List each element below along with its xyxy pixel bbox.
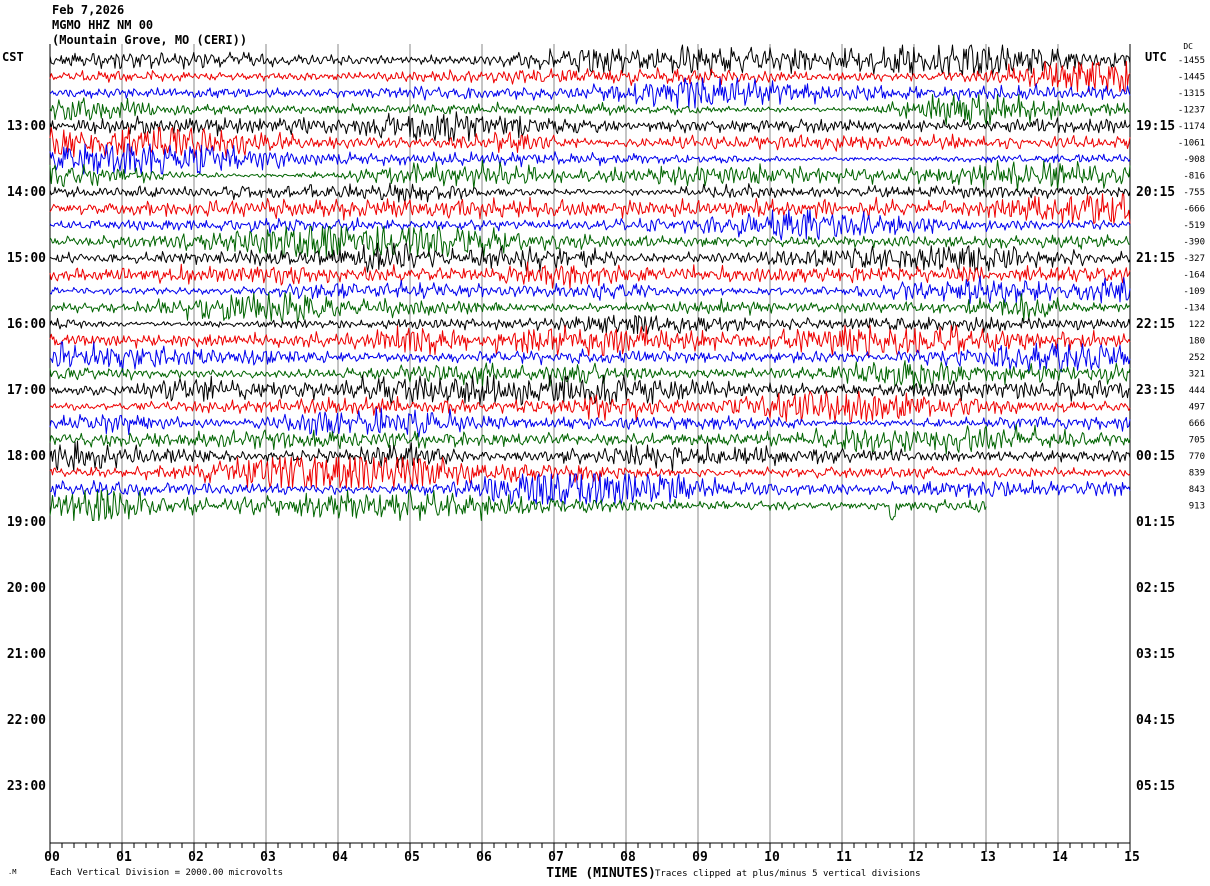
seismic-trace-row <box>49 424 1131 455</box>
watermark: .M <box>8 868 16 876</box>
dc-value: -519 <box>1183 221 1205 231</box>
seismic-trace-row <box>49 127 1131 158</box>
scale-note: Each Vertical Division = 2000.00 microvo… <box>50 868 283 878</box>
seismic-trace-row <box>49 341 1131 373</box>
clip-note: Traces clipped at plus/minus 5 vertical … <box>655 869 921 879</box>
seismic-trace-row <box>49 440 1131 472</box>
utc-hour-label: 02:15 <box>1136 581 1175 596</box>
x-tick-label: 09 <box>692 850 708 865</box>
dc-value: -164 <box>1183 271 1205 281</box>
utc-hour-label: 05:15 <box>1136 779 1175 794</box>
seismic-trace-row <box>49 226 1131 257</box>
dc-value: 321 <box>1189 370 1205 380</box>
cst-hour-label: 13:00 <box>7 119 46 134</box>
utc-hour-label: 23:15 <box>1136 383 1175 398</box>
dc-value: 666 <box>1189 419 1205 429</box>
right-axis-label: UTC <box>1145 50 1167 64</box>
cst-hour-label: 19:00 <box>7 515 46 530</box>
dc-value: -1174 <box>1178 122 1205 132</box>
cst-hour-label: 14:00 <box>7 185 46 200</box>
dc-value: 180 <box>1189 337 1205 347</box>
cst-hour-label: 16:00 <box>7 317 46 332</box>
cst-hour-label: 15:00 <box>7 251 46 266</box>
dc-value: -908 <box>1183 155 1205 165</box>
x-tick-label: 06 <box>476 850 492 865</box>
seismic-trace-row <box>49 292 1131 323</box>
header-station: MGMO HHZ NM 00 <box>52 18 153 32</box>
dc-value: 122 <box>1189 320 1205 330</box>
dc-value: 252 <box>1189 353 1205 363</box>
utc-hour-label: 19:15 <box>1136 119 1175 134</box>
seismic-trace-row <box>49 193 1131 224</box>
x-tick-label: 01 <box>116 850 132 865</box>
dc-value: 839 <box>1189 469 1205 479</box>
utc-hour-label: 03:15 <box>1136 647 1175 662</box>
dc-value: -109 <box>1183 287 1205 297</box>
header-location: (Mountain Grove, MO (CERI)) <box>52 33 247 47</box>
dc-value: -755 <box>1183 188 1205 198</box>
dc-value: 444 <box>1189 386 1205 396</box>
x-tick-label: 07 <box>548 850 564 865</box>
cst-hour-label: 17:00 <box>7 383 46 398</box>
seismic-trace-row <box>49 94 1131 125</box>
header-date: Feb 7,2026 <box>52 3 124 17</box>
dc-column-header: DC <box>1183 42 1193 51</box>
x-tick-label: 02 <box>188 850 204 865</box>
x-tick-label: 11 <box>836 850 852 865</box>
cst-hour-label: 21:00 <box>7 647 46 662</box>
helicorder-plot: Feb 7,2026 MGMO HHZ NM 00 (Mountain Grov… <box>2 3 1205 881</box>
seismic-trace-row <box>49 457 1131 488</box>
x-tick-label: 05 <box>404 850 420 865</box>
seismic-trace-row <box>49 407 1131 438</box>
dc-value: -327 <box>1183 254 1205 264</box>
seismic-trace-row <box>49 143 1131 175</box>
dc-value: -1455 <box>1178 56 1205 66</box>
utc-hour-label: 20:15 <box>1136 185 1175 200</box>
cst-hour-label: 23:00 <box>7 779 46 794</box>
seismic-trace-row <box>49 473 1131 505</box>
seismic-trace-row <box>49 77 1131 109</box>
x-tick-label: 14 <box>1052 850 1068 865</box>
cst-hour-label: 20:00 <box>7 581 46 596</box>
dc-value: 497 <box>1189 403 1205 413</box>
seismic-trace-row <box>49 182 1131 204</box>
x-tick-label: 12 <box>908 850 924 865</box>
x-tick-label: 10 <box>764 850 780 865</box>
utc-hour-label: 21:15 <box>1136 251 1175 266</box>
x-tick-label: 15 <box>1124 850 1140 865</box>
dc-value: 913 <box>1189 502 1205 512</box>
x-tick-label: 08 <box>620 850 636 865</box>
dc-value: -1445 <box>1178 73 1205 83</box>
x-tick-label: 03 <box>260 850 276 865</box>
dc-value: 705 <box>1189 436 1205 446</box>
dc-value: -816 <box>1183 172 1205 182</box>
dc-value: -1237 <box>1178 106 1205 116</box>
seismic-trace-row <box>49 44 1131 76</box>
plot-generated-content: 00 01 02 03 04 05 06 07 08 09 10 11 12 13 14 15 13:00 14:… <box>7 44 1205 865</box>
dc-value: 843 <box>1189 485 1205 495</box>
utc-hour-label: 22:15 <box>1136 317 1175 332</box>
dc-value: 770 <box>1189 452 1205 462</box>
dc-value: -134 <box>1183 304 1205 314</box>
dc-value: -666 <box>1183 205 1205 215</box>
x-axis-title: TIME (MINUTES) <box>546 866 656 881</box>
utc-hour-label: 00:15 <box>1136 449 1175 464</box>
dc-value: -1061 <box>1178 139 1205 149</box>
x-tick-label: 13 <box>980 850 996 865</box>
utc-hour-label: 01:15 <box>1136 515 1175 530</box>
cst-hour-label: 22:00 <box>7 713 46 728</box>
x-tick-label: 04 <box>332 850 348 865</box>
utc-hour-label: 04:15 <box>1136 713 1175 728</box>
cst-hour-label: 18:00 <box>7 449 46 464</box>
dc-value: -1315 <box>1178 89 1205 99</box>
x-tick-label: 00 <box>44 850 60 865</box>
dc-value: -390 <box>1183 238 1205 248</box>
seismic-trace-row <box>49 160 1131 191</box>
left-axis-label: CST <box>2 50 24 64</box>
seismic-trace-row <box>49 314 1131 335</box>
